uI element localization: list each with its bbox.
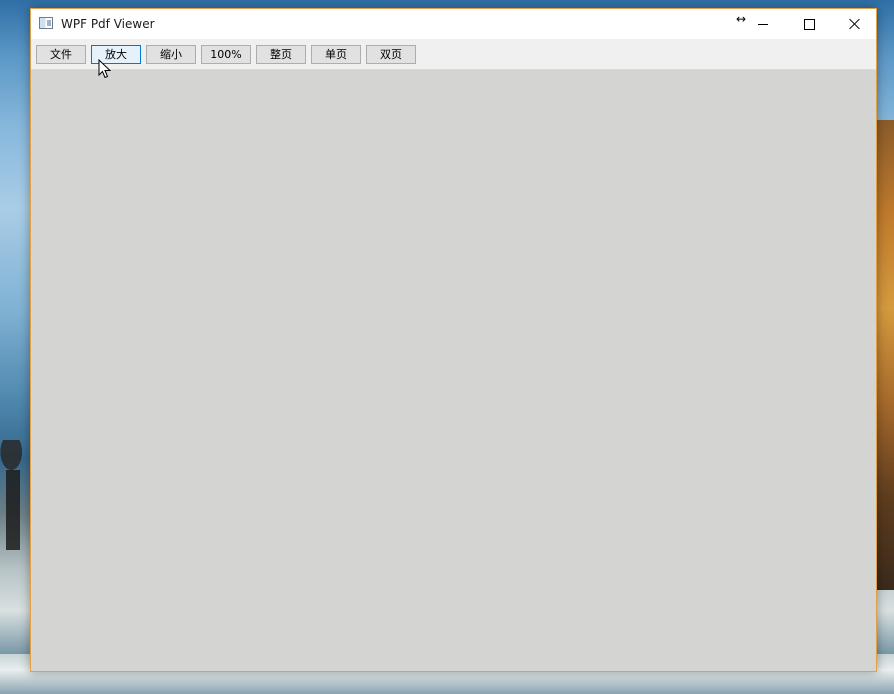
minimize-button[interactable]: [740, 9, 786, 39]
minimize-icon: [758, 23, 768, 25]
maximize-icon: [803, 18, 815, 30]
document-view-area[interactable]: [31, 70, 876, 671]
wallpaper-figure: [0, 440, 28, 550]
actual-size-button[interactable]: 100%: [201, 45, 251, 64]
two-page-button[interactable]: 双页: [366, 45, 416, 64]
title-bar[interactable]: WPF Pdf Viewer ↔: [31, 9, 876, 39]
maximize-button[interactable]: [786, 9, 832, 39]
fit-page-button[interactable]: 整页: [256, 45, 306, 64]
mouse-cursor-icon: [98, 59, 112, 79]
app-window-icon: [39, 17, 53, 29]
toolbar: 文件 放大 缩小 100% 整页 单页 双页: [31, 39, 876, 70]
file-button[interactable]: 文件: [36, 45, 86, 64]
window-title: WPF Pdf Viewer: [61, 17, 155, 31]
zoom-out-button[interactable]: 缩小: [146, 45, 196, 64]
close-button[interactable]: [832, 9, 878, 39]
close-icon: [849, 18, 861, 30]
pdf-viewer-window: WPF Pdf Viewer ↔ 文件 放大 缩小 100% 整页 单页 双页: [30, 8, 877, 672]
single-page-button[interactable]: 单页: [311, 45, 361, 64]
